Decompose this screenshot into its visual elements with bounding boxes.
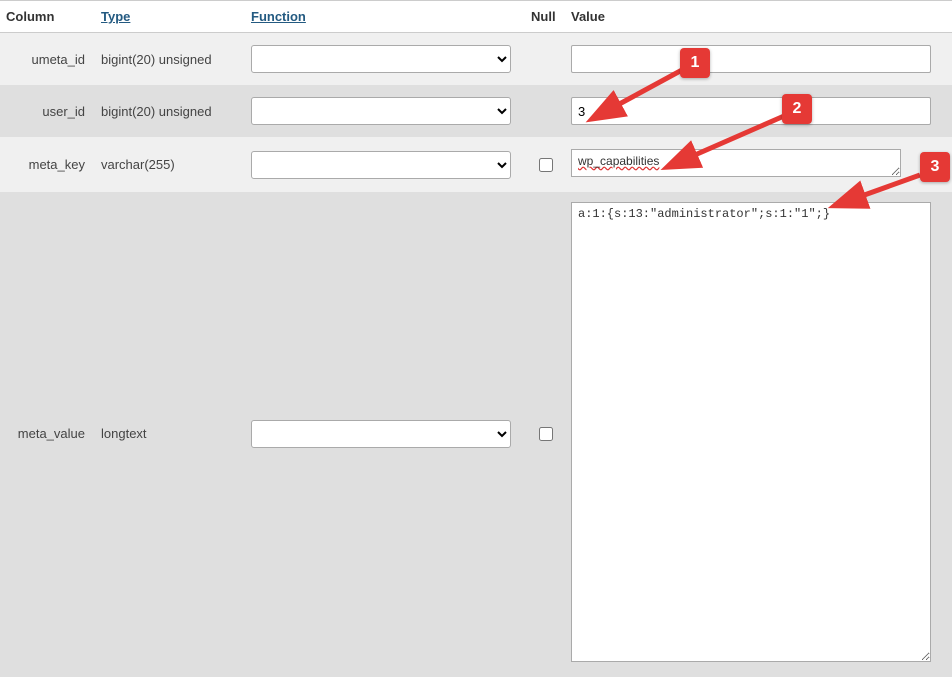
- value-textarea[interactable]: wp_capabilities: [571, 149, 901, 177]
- annotation-badge-2: 2: [782, 94, 812, 124]
- row-type: varchar(255): [95, 137, 245, 192]
- header-function[interactable]: Function: [245, 1, 525, 33]
- value-input[interactable]: [571, 45, 931, 73]
- row-name: meta_key: [0, 137, 95, 192]
- row-name: user_id: [0, 85, 95, 137]
- row-type: bigint(20) unsigned: [95, 85, 245, 137]
- function-select[interactable]: [251, 151, 511, 179]
- row-name: umeta_id: [0, 33, 95, 86]
- table-row: meta_value longtext a:1:{s:13:"administr…: [0, 192, 952, 677]
- row-type: longtext: [95, 192, 245, 677]
- header-type[interactable]: Type: [95, 1, 245, 33]
- null-checkbox[interactable]: [539, 427, 553, 441]
- table-row: meta_key varchar(255) wp_capabilities: [0, 137, 952, 192]
- header-null: Null: [525, 1, 565, 33]
- function-select[interactable]: [251, 420, 511, 448]
- row-name: meta_value: [0, 192, 95, 677]
- function-select[interactable]: [251, 45, 511, 73]
- null-checkbox[interactable]: [539, 158, 553, 172]
- annotation-badge-3: 3: [920, 152, 950, 182]
- row-type: bigint(20) unsigned: [95, 33, 245, 86]
- header-value: Value: [565, 1, 952, 33]
- value-textarea[interactable]: a:1:{s:13:"administrator";s:1:"1";}: [571, 202, 931, 662]
- function-select[interactable]: [251, 97, 511, 125]
- header-column: Column: [0, 1, 95, 33]
- table-row: umeta_id bigint(20) unsigned: [0, 33, 952, 86]
- value-input[interactable]: [571, 97, 931, 125]
- annotation-badge-1: 1: [680, 48, 710, 78]
